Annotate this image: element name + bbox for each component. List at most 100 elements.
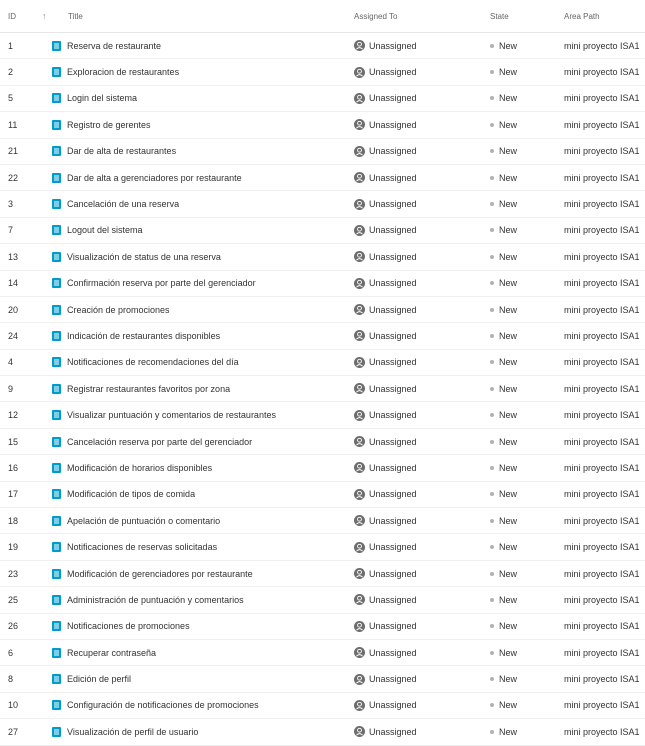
state-cell: New xyxy=(470,542,544,552)
state-cell: New xyxy=(470,384,544,394)
table-row[interactable]: 11 Registro de gerentes Unassigned New mini … xyxy=(0,112,645,139)
user-story-icon xyxy=(52,462,61,473)
work-item-title-link[interactable]: Exploracion de restaurantes xyxy=(67,67,179,77)
work-item-title-link[interactable]: Visualización de perfil de usuario xyxy=(67,727,198,737)
work-item-title-cell: Indicación de restaurantes disponibles xyxy=(38,330,336,341)
area-path: mini proyecto ISA1 xyxy=(564,119,640,130)
table-row[interactable]: 21 Dar de alta de restaurantes Unassigned N… xyxy=(0,139,645,165)
user-story-icon xyxy=(52,726,61,737)
work-item-title-link[interactable]: Modificación de tipos de comida xyxy=(67,489,195,499)
table-row[interactable]: 12 Visualizar puntuación y comentarios de… xyxy=(0,402,645,429)
table-row[interactable]: 19 Notificaciones de reservas solicitadas… xyxy=(0,534,645,561)
assigned-to-cell: Unassigned xyxy=(336,594,470,606)
assigned-to-cell: Unassigned xyxy=(336,172,470,184)
assigned-to-cell: Unassigned xyxy=(336,673,470,685)
state-dot-icon xyxy=(490,360,494,365)
table-row[interactable]: 5 Login del sistema Unassigned New mini proy… xyxy=(0,86,645,113)
table-row[interactable]: 10 Configuración de notificaciones de pro… xyxy=(0,693,645,720)
table-row[interactable]: 1 Reserva de restaurante Unassigned New mini… xyxy=(0,33,645,60)
unassigned-avatar-icon xyxy=(354,436,365,448)
state-dot-icon xyxy=(490,281,494,286)
work-item-title-link[interactable]: Modificación de horarios disponibles xyxy=(67,463,212,473)
work-item-title-link[interactable]: Notificaciones de reservas solicitadas xyxy=(67,542,217,552)
work-item-id: 27 xyxy=(8,726,19,737)
unassigned-avatar-icon xyxy=(354,409,365,421)
state-cell: New xyxy=(470,120,544,130)
work-item-title-link[interactable]: Notificaciones de promociones xyxy=(67,621,190,631)
area-path: mini proyecto ISA1 xyxy=(564,251,640,262)
user-story-icon xyxy=(52,93,61,104)
table-row[interactable]: 15 Cancelación reserva por parte del gere… xyxy=(0,429,645,456)
work-item-title-link[interactable]: Indicación de restaurantes disponibles xyxy=(67,331,220,341)
work-item-title-link[interactable]: Creación de promociones xyxy=(67,305,170,315)
assigned-to-cell: Unassigned xyxy=(336,356,470,368)
table-row[interactable]: 9 Registrar restaurantes favoritos por zo… xyxy=(0,376,645,403)
table-row[interactable]: 2 Exploracion de restaurantes Unassigned Ne… xyxy=(0,59,645,86)
state-dot-icon xyxy=(490,149,494,154)
area-path: mini proyecto ISA1 xyxy=(564,146,640,157)
table-row[interactable]: 14 Confirmación reserva por parte del ger… xyxy=(0,271,645,297)
assigned-to-cell: Unassigned xyxy=(336,726,470,738)
work-item-title-link[interactable]: Registro de gerentes xyxy=(67,120,151,130)
table-row[interactable]: 17 Modificación de tipos de comida Unassig… xyxy=(0,482,645,509)
work-item-title-link[interactable]: Apelación de puntuación o comentario xyxy=(67,516,220,526)
state-dot-icon xyxy=(490,333,494,338)
user-story-icon xyxy=(52,330,61,341)
assigned-to-cell: Unassigned xyxy=(336,304,470,316)
work-item-title-link[interactable]: Recuperar contraseña xyxy=(67,648,156,658)
table-row[interactable]: 7 Logout del sistema Unassigned New mini pro… xyxy=(0,218,645,245)
work-item-title-link[interactable]: Cancelación de una reserva xyxy=(67,199,179,209)
state-cell: New xyxy=(470,41,544,51)
work-item-title-link[interactable]: Dar de alta de restaurantes xyxy=(67,146,176,156)
table-row[interactable]: 6 Recuperar contraseña Unassigned New mini p… xyxy=(0,640,645,667)
table-row[interactable]: 3 Cancelación de una reserva Unassigned New… xyxy=(0,191,645,218)
work-item-title-link[interactable]: Edición de perfil xyxy=(67,674,131,684)
work-item-title-link[interactable]: Visualizar puntuación y comentarios de r… xyxy=(67,410,276,420)
column-header-title[interactable]: ↑ Title xyxy=(38,11,336,21)
table-row[interactable]: 22 Dar de alta a gerenciadores por restau… xyxy=(0,165,645,192)
work-item-id: 25 xyxy=(8,594,19,605)
table-row[interactable]: 26 Notificaciones de promociones Unassigne… xyxy=(0,614,645,640)
work-item-title-cell: Notificaciones de recomendaciones del dí… xyxy=(38,357,336,368)
table-row[interactable]: 13 Visualización de status de una reserva… xyxy=(0,244,645,271)
assigned-to-text: Unassigned xyxy=(369,251,417,262)
table-row[interactable]: 16 Modificación de horarios disponibles Un… xyxy=(0,455,645,482)
unassigned-avatar-icon xyxy=(354,594,365,606)
work-item-title-link[interactable]: Logout del sistema xyxy=(67,225,143,235)
column-header-area-path[interactable]: Area Path xyxy=(544,12,645,21)
user-story-icon xyxy=(52,304,61,315)
table-row[interactable]: 18 Apelación de puntuación o comentario Un… xyxy=(0,508,645,535)
work-item-title-link[interactable]: Confirmación reserva por parte del geren… xyxy=(67,278,256,288)
work-item-title-cell: Confirmación reserva por parte del geren… xyxy=(38,278,336,289)
work-item-title-link[interactable]: Login del sistema xyxy=(67,93,137,103)
work-item-id: 16 xyxy=(8,462,19,473)
work-item-title-link[interactable]: Modificación de gerenciadores por restau… xyxy=(67,569,253,579)
column-header-state[interactable]: State xyxy=(470,12,544,21)
table-row[interactable]: 24 Indicación de restaurantes disponibles… xyxy=(0,323,645,350)
column-header-id[interactable]: ID xyxy=(0,12,38,21)
column-header-assigned-to[interactable]: Assigned To xyxy=(336,12,470,21)
work-item-title-link[interactable]: Configuración de notificaciones de promo… xyxy=(67,700,259,710)
work-item-title-cell: Registro de gerentes xyxy=(38,119,336,130)
work-item-title-link[interactable]: Notificaciones de recomendaciones del dí… xyxy=(67,357,239,367)
state-cell: New xyxy=(470,674,544,684)
work-item-title-link[interactable]: Registrar restaurantes favoritos por zon… xyxy=(67,384,230,394)
table-row[interactable]: 20 Creación de promociones Unassigned New mi… xyxy=(0,297,645,324)
work-item-id: 12 xyxy=(8,410,19,421)
area-path: mini proyecto ISA1 xyxy=(564,568,640,579)
work-item-title-link[interactable]: Visualización de status de una reserva xyxy=(67,252,221,262)
work-item-title-link[interactable]: Administración de puntuación y comentari… xyxy=(67,595,244,605)
table-row[interactable]: 25 Administración de puntuación y comenta… xyxy=(0,587,645,614)
work-item-title-link[interactable]: Dar de alta a gerenciadores por restaura… xyxy=(67,173,242,183)
work-item-title-link[interactable]: Reserva de restaurante xyxy=(67,41,161,51)
assigned-to-text: Unassigned xyxy=(369,515,417,526)
work-item-title-cell: Registrar restaurantes favoritos por zon… xyxy=(38,383,336,394)
table-row[interactable]: 27 Visualización de perfil de usuario Unas… xyxy=(0,719,645,746)
assigned-to-cell: Unassigned xyxy=(336,568,470,579)
table-row[interactable]: 4 Notificaciones de recomendaciones del d… xyxy=(0,350,645,377)
area-path: mini proyecto ISA1 xyxy=(564,594,640,605)
table-row[interactable]: 23 Modificación de gerenciadores por rest… xyxy=(0,561,645,588)
work-item-title-link[interactable]: Cancelación reserva por parte del gerenc… xyxy=(67,437,252,447)
table-row[interactable]: 8 Edición de perfil Unassigned New mini proy… xyxy=(0,666,645,693)
state-cell: New xyxy=(470,489,544,499)
